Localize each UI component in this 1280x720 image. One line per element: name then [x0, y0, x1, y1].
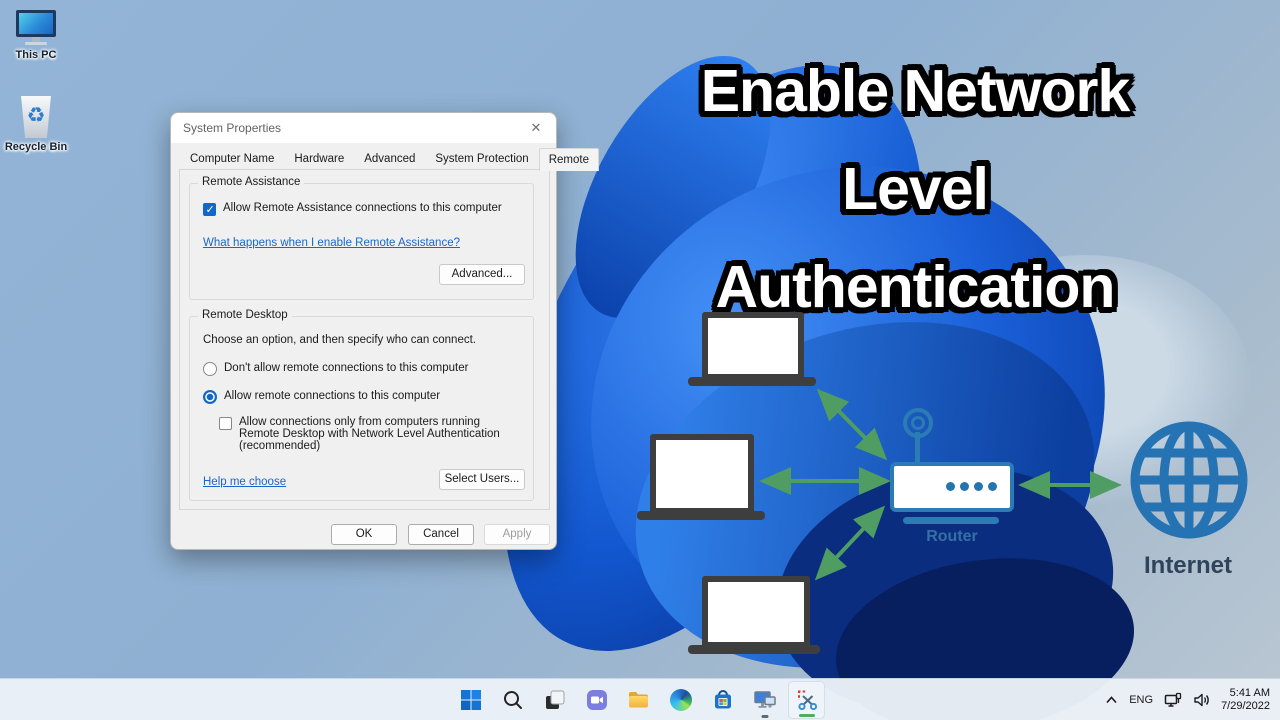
chat-button[interactable] [578, 681, 615, 719]
router-base [903, 517, 999, 524]
close-icon[interactable]: ✕ [528, 120, 544, 136]
file-explorer-icon [629, 692, 648, 708]
tray-time: 5:41 AM [1229, 686, 1270, 699]
volume-tray-button[interactable] [1193, 692, 1210, 708]
help-me-choose-link[interactable]: Help me choose [203, 476, 286, 488]
this-pc-icon [16, 10, 56, 46]
arrow-laptop3-router [814, 505, 886, 581]
router-antenna [915, 432, 920, 464]
network-arrows [759, 388, 1122, 581]
volume-icon [1194, 693, 1209, 707]
group-label: Remote Assistance [198, 176, 305, 188]
snipping-tool-button[interactable] [788, 681, 825, 719]
edge-button[interactable] [662, 681, 699, 719]
remote-desktop-description: Choose an option, and then specify who c… [203, 334, 476, 346]
active-running-indicator [798, 714, 815, 717]
radio-label: Allow remote connections to this compute… [224, 390, 441, 402]
router-led [960, 482, 969, 491]
internet-label: Internet [1143, 552, 1232, 579]
remote-assistance-group: Remote Assistance Allow Remote Assistanc… [189, 176, 534, 300]
title-line-1: Enable Network [700, 58, 1131, 124]
tab-remote[interactable]: Remote [538, 148, 599, 171]
search-icon [503, 691, 522, 709]
ok-button[interactable]: OK [331, 524, 397, 545]
taskbar: ENG 5:41 AM 7/29/2022 [0, 678, 1280, 720]
snipping-tool-icon [797, 690, 817, 711]
nla-checkbox-row[interactable]: Allow connections only from computers ru… [219, 416, 517, 452]
radio-label: Don't allow remote connections to this c… [224, 362, 469, 374]
search-button[interactable] [494, 681, 531, 719]
nla-checkbox-label: Allow connections only from computers ru… [239, 416, 500, 452]
router-led [946, 482, 955, 491]
tab-hardware[interactable]: Hardware [284, 148, 354, 170]
tray-chevron-up-button[interactable] [1105, 695, 1118, 705]
checkbox-checked-icon[interactable] [203, 202, 216, 216]
group-label: Remote Desktop [198, 309, 292, 321]
tab-advanced[interactable]: Advanced [354, 148, 425, 170]
task-view-button[interactable] [536, 681, 573, 719]
desktop-icon-label: Recycle Bin [4, 141, 68, 153]
tray-date: 7/29/2022 [1221, 700, 1270, 712]
radio-dont-allow-row[interactable]: Don't allow remote connections to this c… [203, 362, 468, 376]
checkbox-label: Allow Remote Assistance connections to t… [223, 202, 502, 214]
desktop: This PC ♻ Recycle Bin Enable Network Lev… [0, 0, 1280, 720]
language-indicator[interactable]: ENG [1129, 694, 1153, 706]
remote-desktop-group: Remote Desktop Choose an option, and the… [189, 309, 534, 501]
internet-globe-icon [1130, 421, 1248, 539]
radio-selected-icon[interactable] [203, 390, 217, 404]
title-line-2: Level [842, 156, 989, 222]
router-antenna-signal [911, 416, 925, 430]
tab-system-protection[interactable]: System Protection [425, 148, 538, 170]
tab-computer-name[interactable]: Computer Name [180, 148, 284, 170]
chat-icon [586, 690, 607, 710]
task-view-icon [545, 690, 564, 709]
laptop-base [688, 645, 820, 654]
radio-unselected-icon[interactable] [203, 362, 217, 376]
remote-assistance-help-link[interactable]: What happens when I enable Remote Assist… [203, 237, 460, 249]
recycle-glyph: ♻ [26, 102, 46, 127]
dialog-tabs: Computer Name Hardware Advanced System P… [180, 148, 599, 171]
remote-desktop-icon [753, 691, 776, 708]
cancel-button[interactable]: Cancel [408, 524, 474, 545]
radio-allow-row[interactable]: Allow remote connections to this compute… [203, 390, 440, 404]
file-explorer-button[interactable] [620, 681, 657, 719]
recycle-bin-icon: ♻ [21, 96, 51, 138]
advanced-button[interactable]: Advanced... [439, 264, 525, 285]
running-indicator [761, 715, 768, 718]
clock[interactable]: 5:41 AM 7/29/2022 [1221, 687, 1270, 714]
desktop-icon-recycle-bin[interactable]: ♻ Recycle Bin [4, 96, 68, 153]
arrow-laptop1-router [816, 388, 888, 461]
store-icon [714, 690, 731, 709]
video-title-overlay: Enable Network Level Authentication [600, 42, 1230, 336]
dialog-title: System Properties [183, 121, 282, 135]
network-icon [1164, 692, 1182, 707]
select-users-button[interactable]: Select Users... [439, 469, 525, 490]
checkbox-unchecked-icon[interactable] [219, 416, 232, 430]
dialog-titlebar[interactable]: System Properties ✕ [171, 113, 556, 143]
router-label: Router [926, 528, 978, 545]
system-properties-dialog: System Properties ✕ Computer Name Hardwa… [170, 112, 599, 550]
desktop-icon-label: This PC [15, 49, 57, 61]
remote-desktop-app-button[interactable] [746, 681, 783, 719]
desktop-icon-this-pc[interactable]: This PC [4, 10, 68, 61]
network-tray-button[interactable] [1164, 692, 1182, 708]
store-button[interactable] [704, 681, 741, 719]
router-led [988, 482, 997, 491]
remote-assistance-checkbox-row[interactable]: Allow Remote Assistance connections to t… [203, 202, 502, 216]
chevron-up-icon [1106, 696, 1117, 704]
windows-logo-icon [460, 690, 481, 710]
apply-button: Apply [484, 524, 550, 545]
edge-icon [669, 689, 692, 711]
start-button[interactable] [452, 681, 489, 719]
router-led [974, 482, 983, 491]
